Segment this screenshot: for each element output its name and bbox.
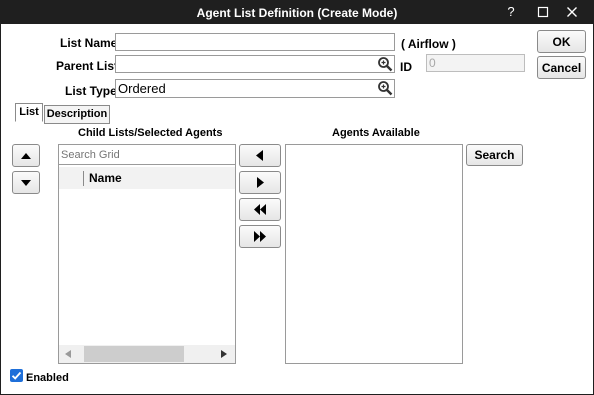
triangle-down-icon [21,180,31,186]
scroll-right-icon[interactable] [221,350,227,358]
checkmark-icon [11,371,22,380]
move-up-button[interactable] [12,144,40,167]
move-down-button[interactable] [12,171,40,194]
agents-available-heading: Agents Available [332,127,420,139]
scroll-left-icon[interactable] [65,350,71,358]
ok-button[interactable]: OK [537,30,586,53]
triangle-left-icon [256,150,263,161]
tab-description[interactable]: Description [44,105,110,124]
double-left-icon [254,204,266,215]
close-icon [567,7,577,17]
triangle-up-icon [21,153,31,159]
double-right-icon [254,231,266,242]
triangle-right-icon [257,177,264,188]
list-name-suffix: ( Airflow ) [401,37,456,51]
list-type-label: List Type [65,84,117,98]
maximize-button[interactable] [532,3,554,21]
dialog-window: Agent List Definition (Create Mode) ? Li… [0,0,594,395]
child-lists-grid: Name [58,144,236,364]
cancel-button[interactable]: Cancel [537,56,586,79]
search-button[interactable]: Search [466,144,523,166]
grid-horizontal-scrollbar[interactable] [59,345,235,363]
move-left-button[interactable] [239,144,281,167]
move-right-button[interactable] [239,171,281,194]
grid-column-divider [83,171,84,186]
enabled-checkbox[interactable] [10,369,23,382]
grid-header-row: Name [59,167,235,189]
id-field [426,54,525,72]
parent-list-field[interactable] [115,55,395,73]
list-name-label: List Name [60,36,118,50]
child-lists-heading: Child Lists/Selected Agents [78,127,223,139]
help-button[interactable]: ? [500,3,522,21]
maximize-icon [537,6,549,18]
grid-search-input[interactable] [59,145,235,165]
scrollbar-thumb[interactable] [84,346,184,362]
list-type-search-icon[interactable] [377,80,393,96]
agents-available-list[interactable] [285,144,463,364]
tab-list[interactable]: List [15,103,43,122]
title-bar: Agent List Definition (Create Mode) ? [1,1,593,24]
enabled-label: Enabled [26,372,69,384]
list-name-field[interactable] [115,33,395,51]
grid-column-name[interactable]: Name [89,171,122,185]
parent-list-label: Parent List [56,59,119,73]
id-label: ID [400,60,412,74]
parent-list-search-icon[interactable] [377,56,393,72]
close-button[interactable] [561,3,583,21]
list-type-field[interactable]: Ordered [115,79,395,98]
move-all-left-button[interactable] [239,198,281,221]
move-all-right-button[interactable] [239,225,281,248]
